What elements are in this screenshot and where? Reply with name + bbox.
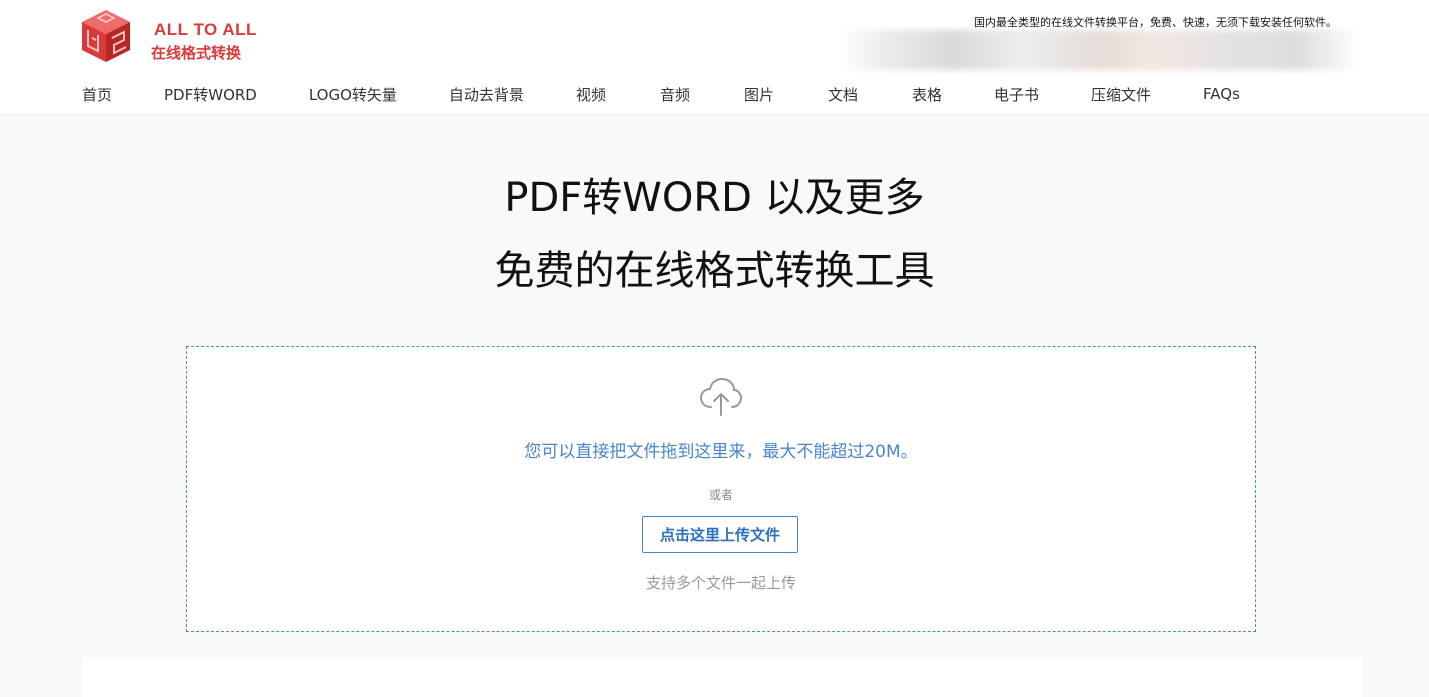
nav-item-video[interactable]: 视频 <box>576 84 606 105</box>
upload-file-button[interactable]: 点击这里上传文件 <box>642 516 798 553</box>
nav-item-image[interactable]: 图片 <box>744 84 774 105</box>
drop-instruction: 您可以直接把文件拖到这里来，最大不能超过20M。 <box>524 442 918 462</box>
file-dropzone[interactable]: 您可以直接把文件拖到这里来，最大不能超过20M。 或者 点击这里上传文件 支持多… <box>186 346 1256 632</box>
header-tagline: 国内最全类型的在线文件转换平台，免费、快速，无须下载安装任何软件。 <box>974 16 1337 29</box>
nav-item-faqs[interactable]: FAQs <box>1203 85 1240 103</box>
nav-item-document[interactable]: 文档 <box>828 84 858 105</box>
nav-item-home[interactable]: 首页 <box>82 84 112 105</box>
nav-item-logo-vector[interactable]: LOGO转矢量 <box>309 84 397 105</box>
logo-cube-icon[interactable] <box>80 8 132 64</box>
nav-item-pdf-to-word[interactable]: PDF转WORD <box>164 84 257 105</box>
cloud-upload-icon <box>699 377 743 416</box>
nav-item-remove-background[interactable]: 自动去背景 <box>449 84 524 105</box>
or-separator: 或者 <box>708 488 733 502</box>
site-header: ALL TO ALL 在线格式转换 国内最全类型的在线文件转换平台，免费、快速，… <box>0 0 1429 115</box>
multi-upload-hint: 支持多个文件一起上传 <box>645 574 796 592</box>
brand-name-cn[interactable]: 在线格式转换 <box>151 42 241 63</box>
blurred-ad-banner[interactable] <box>840 30 1360 70</box>
nav-item-archive[interactable]: 压缩文件 <box>1091 84 1151 105</box>
nav-item-ebook[interactable]: 电子书 <box>994 84 1039 105</box>
hero-title-line1: PDF转WORD 以及更多 <box>504 175 925 221</box>
nav-item-spreadsheet[interactable]: 表格 <box>912 84 942 105</box>
content-card <box>82 657 1362 697</box>
nav-item-audio[interactable]: 音频 <box>660 84 690 105</box>
main-nav: 首页 PDF转WORD LOGO转矢量 自动去背景 视频 音频 图片 文档 表格… <box>82 81 1240 107</box>
brand-name-en[interactable]: ALL TO ALL <box>154 20 257 40</box>
hero-title-line2: 免费的在线格式转换工具 <box>494 248 935 294</box>
